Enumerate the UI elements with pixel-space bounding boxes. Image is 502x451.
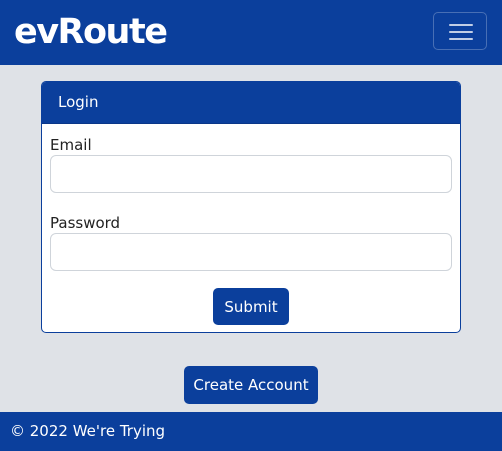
brand-text: evRoute — [14, 11, 168, 52]
page: evRoute Login Email Password Submit Crea… — [0, 0, 502, 451]
hamburger-menu-icon — [449, 24, 473, 26]
login-card-title: Login — [42, 82, 460, 124]
footer-copyright: © 2022 We're Trying — [10, 422, 166, 440]
create-account-button[interactable]: Create Account — [184, 366, 318, 404]
hamburger-menu-icon-bar — [449, 31, 473, 33]
brand-logo[interactable]: evRoute — [14, 10, 168, 54]
email-field[interactable] — [50, 155, 452, 193]
email-label: Email — [50, 136, 92, 154]
footer: © 2022 We're Trying — [0, 412, 502, 451]
password-field[interactable] — [50, 233, 452, 271]
login-card: Login Email Password Submit — [41, 81, 461, 333]
hamburger-menu-icon-bar — [449, 38, 473, 40]
navbar: evRoute — [0, 0, 502, 65]
password-label: Password — [50, 214, 121, 232]
menu-toggle-button[interactable] — [433, 12, 487, 50]
submit-button[interactable]: Submit — [213, 288, 289, 325]
